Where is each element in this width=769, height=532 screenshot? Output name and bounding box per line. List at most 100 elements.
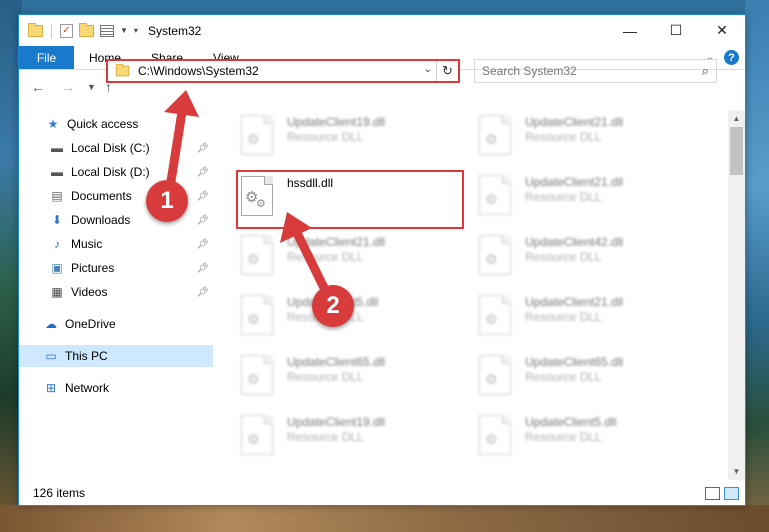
help-icon[interactable]: ? — [724, 50, 739, 65]
toolbar-separator — [51, 23, 52, 38]
dll-file-icon: ⚙ — [479, 175, 513, 215]
nav-item-label: Local Disk (D:) — [71, 165, 150, 179]
list-item[interactable]: ⚙ UpdateClient65.dll Resource DLL — [241, 355, 471, 405]
nav-item-label: Documents — [71, 189, 132, 203]
desktop-background-right — [745, 0, 769, 532]
nav-item-label: Quick access — [67, 117, 139, 131]
view-toggle — [705, 487, 739, 500]
scroll-up-arrow-icon[interactable]: ▲ — [728, 110, 745, 127]
forward-arrow-icon[interactable]: → — [61, 79, 75, 95]
vertical-scrollbar[interactable]: ▲ ▼ — [728, 110, 745, 480]
nav-item-label: This PC — [65, 349, 108, 363]
network-icon: ⊞ — [45, 381, 57, 395]
new-folder-icon[interactable] — [79, 22, 94, 37]
navigation-pane: ★ Quick access ▬ Local Disk (C:) 📌︎ ▬ Lo… — [19, 110, 213, 480]
explorer-window: ✓ ▼ ▾ System32 — ☐ ✕ File Home Share Vie… — [18, 14, 746, 506]
desktop-background-bottom — [0, 505, 769, 532]
list-item[interactable]: ⚙ UpdateClient5.dllResource DLL — [479, 415, 709, 465]
scrollbar-thumb[interactable] — [730, 127, 743, 175]
nav-item-videos[interactable]: ▦ Videos 📌︎ — [19, 281, 213, 303]
chevron-down-icon[interactable]: ▼ — [120, 26, 128, 35]
maximize-button[interactable]: ☐ — [653, 15, 699, 46]
dll-file-icon: ⚙ — [241, 115, 275, 155]
customize-toolbar-icon[interactable]: ▾ — [134, 26, 138, 35]
nav-item-label: Music — [71, 237, 103, 251]
list-item[interactable]: ⚙ UpdateClient21.dll Resource DLL — [479, 295, 709, 345]
quick-access-toolbar: ✓ ▼ ▾ — [19, 22, 138, 38]
dll-file-icon: ⚙ — [479, 235, 513, 275]
minimize-button[interactable]: — — [607, 15, 653, 46]
nav-item-label: OneDrive — [65, 317, 116, 331]
nav-item-music[interactable]: ♪ Music 📌︎ — [19, 233, 213, 255]
list-item[interactable]: ⚙ UpdateClient42.dll Resource DLL — [479, 235, 709, 285]
step-1-badge: 1 — [146, 180, 188, 222]
properties-check-icon[interactable]: ✓ — [60, 23, 73, 38]
dll-file-icon: ⚙ — [479, 415, 513, 455]
pc-icon: ▭ — [45, 349, 57, 363]
pictures-icon: ▣ — [51, 261, 63, 275]
dll-file-icon: ⚙ — [241, 355, 275, 395]
back-arrow-icon[interactable]: ← — [31, 79, 45, 95]
pin-icon[interactable]: 📌︎ — [196, 191, 209, 202]
refresh-icon[interactable]: ↻ — [436, 61, 458, 81]
search-icon[interactable]: ⌕ — [702, 63, 709, 79]
nav-item-label: Pictures — [71, 261, 115, 275]
nav-item-network[interactable]: ⊞ Network — [19, 377, 213, 399]
tab-file[interactable]: File — [19, 46, 74, 69]
documents-icon: ▤ — [51, 189, 63, 203]
title-bar: ✓ ▼ ▾ System32 — ☐ ✕ — [19, 15, 745, 46]
drive-icon: ▬ — [51, 165, 63, 179]
downloads-icon: ⬇ — [51, 213, 63, 227]
onedrive-icon: ☁ — [45, 317, 57, 331]
nav-item-this-pc[interactable]: ▭ This PC — [19, 345, 213, 367]
dll-file-icon: ⚙ — [241, 295, 275, 335]
address-path[interactable]: C:\Windows\System32 — [138, 64, 259, 78]
properties-icon[interactable] — [100, 24, 114, 37]
dll-file-icon: ⚙ — [479, 295, 513, 335]
list-item[interactable]: ⚙ UpdateClient5.dllResource DLL — [241, 295, 471, 345]
details-view-icon[interactable] — [705, 487, 720, 500]
address-bar[interactable]: C:\Windows\System32 ⌄ ↻ — [106, 59, 460, 83]
search-input[interactable] — [482, 64, 682, 78]
list-item[interactable]: ⚙ UpdateClient19.dll Resource DLL — [241, 415, 471, 465]
item-count: 126 items — [33, 486, 86, 500]
pin-icon[interactable]: 📌︎ — [196, 215, 209, 226]
list-item[interactable]: ⚙ UpdateClient21.dll Resource DLL — [479, 115, 709, 165]
nav-item-local-disk-d[interactable]: ▬ Local Disk (D:) 📌︎ — [19, 161, 213, 183]
list-item[interactable]: ⚙ UpdateClient21.dll Resource DLL — [241, 235, 471, 285]
folder-icon — [115, 63, 130, 77]
list-item[interactable]: ⚙ UpdateClient19.dll Resource DLL — [241, 115, 471, 165]
window-controls: — ☐ ✕ — [607, 15, 745, 46]
dll-file-icon: ⚙ — [241, 415, 275, 455]
pin-icon[interactable]: 📌︎ — [196, 167, 209, 178]
pin-icon[interactable]: 📌︎ — [196, 263, 209, 274]
address-dropdown-chevron-icon[interactable]: ⌄ — [424, 64, 432, 75]
nav-item-pictures[interactable]: ▣ Pictures 📌︎ — [19, 257, 213, 279]
close-button[interactable]: ✕ — [699, 15, 745, 46]
nav-item-label: Network — [65, 381, 110, 395]
list-item[interactable]: ⚙ UpdateClient65.dll Resource DLL — [479, 355, 709, 405]
step-2-badge: 2 — [312, 285, 354, 327]
videos-icon: ▦ — [51, 285, 63, 299]
dll-file-icon: ⚙ — [479, 355, 513, 395]
nav-item-label: Videos — [71, 285, 108, 299]
star-icon: ★ — [47, 117, 59, 131]
drive-icon: ▬ — [51, 141, 63, 155]
nav-item-local-disk-c[interactable]: ▬ Local Disk (C:) 📌︎ — [19, 137, 213, 159]
nav-item-onedrive[interactable]: ☁ OneDrive — [19, 313, 213, 335]
nav-item-label: Downloads — [71, 213, 131, 227]
music-icon: ♪ — [54, 237, 60, 251]
pin-icon[interactable]: 📌︎ — [196, 287, 209, 298]
recent-locations-chevron-icon[interactable]: ▼ — [87, 82, 96, 92]
dll-file-icon: ⚙ — [479, 115, 513, 155]
list-item[interactable]: ⚙ UpdateClient21.dll Resource DLL — [479, 175, 709, 225]
large-icons-view-icon[interactable] — [724, 487, 739, 500]
search-box[interactable]: ⌕ — [474, 59, 717, 83]
status-bar: 126 items — [19, 481, 745, 505]
nav-item-quick-access[interactable]: ★ Quick access — [19, 113, 213, 135]
dll-file-icon: ⚙ — [241, 235, 275, 275]
pin-icon[interactable]: 📌︎ — [196, 143, 209, 154]
scroll-down-arrow-icon[interactable]: ▼ — [728, 463, 745, 480]
file-list: ⚙ UpdateClient19.dll Resource DLL ⚙ ⚙ hssd… — [221, 110, 729, 480]
pin-icon[interactable]: 📌︎ — [196, 239, 209, 250]
